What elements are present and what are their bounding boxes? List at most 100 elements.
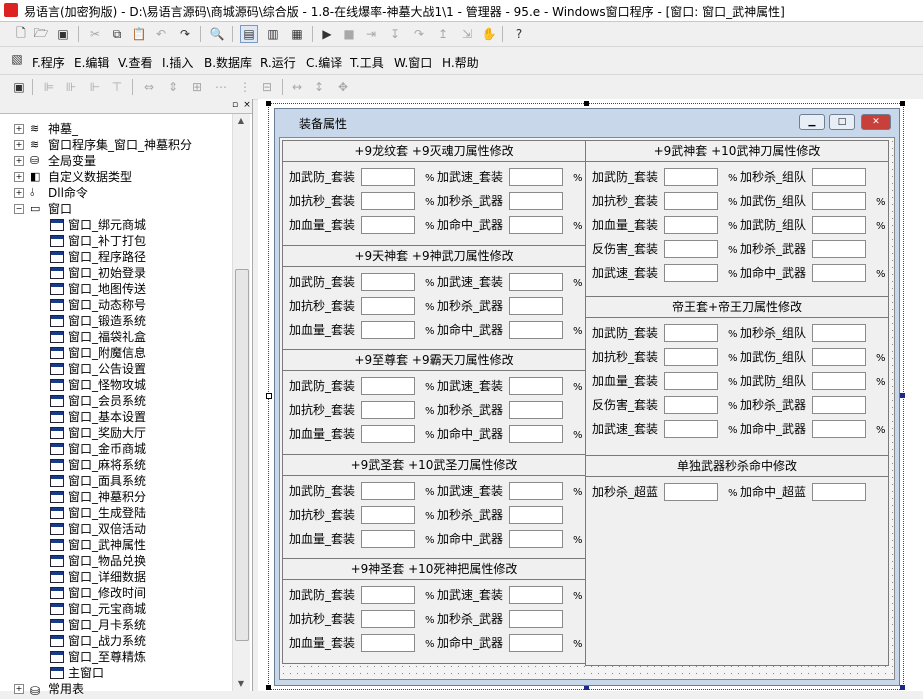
expand-icon[interactable]: +	[14, 684, 24, 694]
value-input[interactable]	[509, 530, 563, 548]
value-input[interactable]	[361, 610, 415, 628]
value-input[interactable]	[664, 324, 718, 342]
tree-node[interactable]: + ⛁ 全局变量	[0, 153, 230, 169]
resize-handle[interactable]	[584, 101, 589, 106]
value-input[interactable]	[664, 264, 718, 282]
tree-window-item[interactable]: 主窗口	[0, 665, 230, 681]
align-top-icon[interactable]: ⊤	[108, 78, 126, 96]
align-center-icon[interactable]: ⊪	[62, 78, 80, 96]
value-input[interactable]	[812, 216, 866, 234]
value-input[interactable]	[812, 483, 866, 501]
run-to-icon[interactable]: ⇲	[458, 25, 476, 43]
tree-window-item[interactable]: 窗口_地图传送	[0, 281, 230, 297]
collapse-icon[interactable]: −	[14, 204, 24, 214]
value-input[interactable]	[664, 168, 718, 186]
value-input[interactable]	[509, 610, 563, 628]
program-menu-icon[interactable]: ▧	[8, 50, 26, 68]
tree-window-item[interactable]: 窗口_绑元商城	[0, 217, 230, 233]
tree-window-item[interactable]: 窗口_月卡系统	[0, 617, 230, 633]
layout-view-3-icon[interactable]: ▦	[288, 25, 306, 43]
tree-window-item[interactable]: 窗口_物品兑换	[0, 553, 230, 569]
value-input[interactable]	[509, 377, 563, 395]
value-input[interactable]	[812, 264, 866, 282]
step-into-icon[interactable]: ↧	[386, 25, 404, 43]
step-icon[interactable]: ⇥	[362, 25, 380, 43]
tree-window-item[interactable]: 窗口_武神属性	[0, 537, 230, 553]
new-file-icon[interactable]: 🗋	[12, 25, 30, 43]
menu-view[interactable]: V.查看	[118, 54, 152, 71]
value-input[interactable]	[361, 297, 415, 315]
value-input[interactable]	[509, 586, 563, 604]
value-input[interactable]	[509, 168, 563, 186]
tree-window-item[interactable]: 窗口_神墓积分	[0, 489, 230, 505]
value-input[interactable]	[812, 348, 866, 366]
tree-window-item[interactable]: 窗口_锻造系统	[0, 313, 230, 329]
tree-window-item[interactable]: 窗口_麻将系统	[0, 457, 230, 473]
menu-help[interactable]: H.帮助	[442, 54, 479, 71]
menu-database[interactable]: B.数据库	[204, 54, 252, 71]
layout-view-1-icon[interactable]: ▤	[240, 25, 258, 43]
value-input[interactable]	[812, 324, 866, 342]
value-input[interactable]	[361, 425, 415, 443]
designed-form-window[interactable]: 装备属性 ▁ □ ✕ +9龙纹套 +9灭魂刀属性修改 加武防_套装% 加武速_套装%…	[274, 108, 900, 686]
tree-window-item[interactable]: 窗口_会员系统	[0, 393, 230, 409]
find-icon[interactable]: 🔍	[208, 25, 226, 43]
tree-node[interactable]: + ⫰ Dll命令	[0, 185, 230, 201]
value-input[interactable]	[509, 482, 563, 500]
resize-handle[interactable]	[900, 393, 905, 398]
value-input[interactable]	[509, 273, 563, 291]
value-input[interactable]	[361, 377, 415, 395]
resize-handle[interactable]	[900, 685, 905, 690]
value-input[interactable]	[664, 420, 718, 438]
tree-window-item[interactable]: 窗口_双倍活动	[0, 521, 230, 537]
run-icon[interactable]: ▶	[318, 25, 336, 43]
value-input[interactable]	[361, 273, 415, 291]
menu-compile[interactable]: C.编译	[306, 54, 342, 71]
tree-window-item[interactable]: 窗口_附魔信息	[0, 345, 230, 361]
center-form-v-icon[interactable]: ↕	[310, 78, 328, 96]
form-icon[interactable]: ▣	[10, 78, 28, 96]
pane-close-icon[interactable]: ×	[242, 100, 252, 110]
value-input[interactable]	[361, 401, 415, 419]
value-input[interactable]	[361, 216, 415, 234]
value-input[interactable]	[664, 396, 718, 414]
tree-window-item[interactable]: 窗口_修改时间	[0, 585, 230, 601]
step-out-icon[interactable]: ↥	[434, 25, 452, 43]
value-input[interactable]	[664, 483, 718, 501]
value-input[interactable]	[812, 168, 866, 186]
menu-tools[interactable]: T.工具	[350, 54, 384, 71]
value-input[interactable]	[509, 506, 563, 524]
v-spacing-icon[interactable]: ⋮	[236, 78, 254, 96]
tree-window-item[interactable]: 窗口_公告设置	[0, 361, 230, 377]
copy-icon[interactable]: ⧉	[108, 25, 126, 43]
menu-edit[interactable]: E.编辑	[74, 54, 109, 71]
hand-icon[interactable]: ✋	[480, 25, 498, 43]
resize-handle[interactable]	[266, 685, 271, 690]
tree-node[interactable]: + ◧ 自定义数据类型	[0, 169, 230, 185]
value-input[interactable]	[664, 192, 718, 210]
redo-icon[interactable]: ↷	[176, 25, 194, 43]
value-input[interactable]	[664, 348, 718, 366]
tree-node[interactable]: + ≋ 神墓_	[0, 121, 230, 137]
scroll-down-icon[interactable]: ▼	[236, 679, 246, 689]
minimize-icon[interactable]: ▁	[799, 114, 825, 130]
expand-icon[interactable]: +	[14, 124, 24, 134]
value-input[interactable]	[361, 586, 415, 604]
menu-program[interactable]: F.程序	[32, 54, 65, 71]
same-height-icon[interactable]: ⇕	[164, 78, 182, 96]
value-input[interactable]	[361, 506, 415, 524]
scroll-up-icon[interactable]: ▲	[236, 116, 246, 126]
expand-icon[interactable]: +	[14, 188, 24, 198]
maximize-icon[interactable]: □	[829, 114, 855, 130]
open-folder-icon[interactable]: 🗁	[32, 25, 50, 43]
value-input[interactable]	[664, 240, 718, 258]
center-form-both-icon[interactable]: ✥	[334, 78, 352, 96]
value-input[interactable]	[812, 240, 866, 258]
value-input[interactable]	[361, 482, 415, 500]
expand-icon[interactable]: +	[14, 140, 24, 150]
tree-scrollbar[interactable]: ▲ ▼	[232, 114, 250, 691]
resize-handle[interactable]	[266, 101, 271, 106]
tree-window-item[interactable]: 窗口_福袋礼盒	[0, 329, 230, 345]
tree-window-item[interactable]: 窗口_金币商城	[0, 441, 230, 457]
value-input[interactable]	[509, 321, 563, 339]
